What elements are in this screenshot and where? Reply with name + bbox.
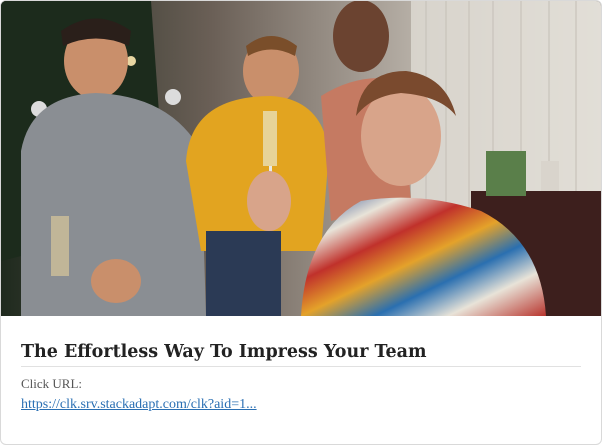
ad-image[interactable] [1, 1, 601, 316]
click-url-label: Click URL: [21, 376, 83, 391]
click-url-link[interactable]: https://clk.srv.stackadapt.com/clk?aid=1… [21, 396, 257, 413]
ad-text-block: The Effortless Way To Impress Your Team … [21, 316, 581, 413]
party-photo-illustration [1, 1, 601, 316]
ad-headline[interactable]: The Effortless Way To Impress Your Team [21, 341, 581, 367]
ad-card[interactable]: The Effortless Way To Impress Your Team … [0, 0, 602, 445]
